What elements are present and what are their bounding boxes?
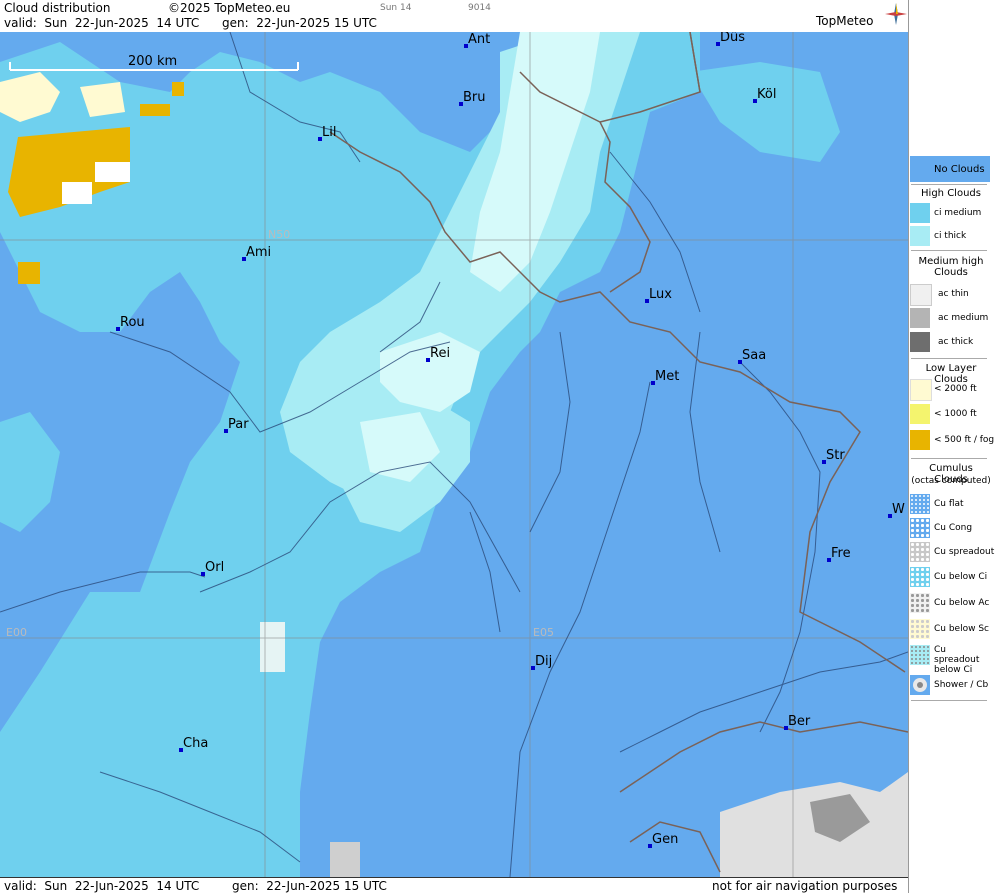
legend-cu-below-ac: Cu below Ac [910, 593, 990, 615]
legend-divider [911, 700, 987, 701]
legend-ac-thin-label: ac thin [938, 289, 969, 299]
cu-flat-swatch [910, 494, 930, 514]
legend-cu-flat: Cu flat [910, 494, 988, 516]
ci-medium-swatch [910, 203, 930, 223]
city-label-fre: Fre [831, 546, 851, 561]
legend-cu-spreadout-ci-label: Cu spreadout below Ci [934, 645, 980, 675]
legend-cu-below-ci: Cu below Ci [910, 567, 988, 589]
legend-low-1000-label: < 1000 ft [934, 409, 977, 419]
legend-ci-thick: ci thick [910, 226, 988, 248]
topmeteo-logo: TopMeteo [816, 14, 874, 28]
city-label-w: W [892, 502, 905, 517]
city-label-ds: Düs [720, 32, 745, 45]
city-label-orl: Orl [205, 560, 224, 575]
ac-medium-swatch [910, 308, 930, 328]
legend-medium-high-heading: Medium high Clouds [918, 256, 984, 278]
legend-ac-medium-label: ac medium [938, 313, 989, 323]
legend-ci-medium: ci medium [910, 203, 988, 225]
legend-shower-label: Shower / Cb [934, 680, 989, 690]
copyright-text: ©2025 TopMeteo.eu [168, 1, 291, 15]
shower-icon [913, 678, 927, 692]
cu-below-ac-swatch [910, 593, 930, 613]
legend-low-500-label: < 500 ft / fog [934, 435, 995, 445]
map-header: Cloud distribution ©2025 TopMeteo.eu Sun… [0, 0, 908, 33]
city-label-kl: Köl [757, 87, 776, 102]
legend-no-clouds-label: No Clouds [934, 164, 985, 175]
ac-thin-swatch [910, 284, 932, 306]
city-label-gen: Gen [652, 832, 678, 847]
legend-cu-below-ci-label: Cu below Ci [934, 572, 988, 582]
map-title: Cloud distribution [4, 1, 111, 15]
ci-thick-swatch [910, 226, 930, 246]
footer-generated-time: gen: 22-Jun-2025 15 UTC [232, 879, 387, 893]
city-label-ami: Ami [246, 245, 271, 260]
legend-ac-thick-label: ac thick [938, 337, 974, 347]
legend-divider [911, 458, 987, 459]
city-label-met: Met [655, 369, 679, 384]
legend-divider [911, 184, 987, 185]
legend-low-2000: < 2000 ft [910, 379, 988, 401]
legend-cu-spreadout-ci: Cu spreadout below Ci [910, 645, 988, 675]
shower-swatch [910, 675, 930, 695]
legend-divider [911, 250, 987, 251]
city-label-saa: Saa [742, 348, 766, 363]
legend-ci-thick-label: ci thick [934, 231, 967, 241]
city-label-rei: Rei [430, 346, 450, 361]
city-label-rou: Rou [120, 315, 145, 330]
cloud-map: N50 E00 E05 200 km Ant Düs Bru Köl Lil A… [0, 32, 908, 877]
legend-cu-below-sc: Cu below Sc [910, 619, 989, 641]
cu-spreadout-swatch [910, 542, 930, 562]
cu-cong-swatch [910, 518, 930, 538]
city-label-ber: Ber [788, 714, 811, 729]
low-500-swatch [910, 430, 930, 450]
cu-below-sc-swatch [910, 619, 930, 639]
legend-cu-cong: Cu Cong [910, 518, 988, 540]
legend-low-2000-label: < 2000 ft [934, 384, 977, 394]
map-footer: valid: Sun 22-Jun-2025 14 UTC gen: 22-Ju… [0, 877, 908, 894]
legend-high-clouds-heading: High Clouds [921, 188, 981, 199]
compass-icon [885, 3, 907, 25]
legend-divider [911, 358, 987, 359]
cu-spreadout-ci-swatch [910, 645, 930, 665]
legend-ac-thin: ac thin [910, 284, 988, 306]
footer-valid-time: valid: Sun 22-Jun-2025 14 UTC [4, 879, 200, 893]
legend-cu-below-sc-label: Cu below Sc [934, 624, 989, 634]
ac-thick-swatch [910, 332, 930, 352]
generated-time: gen: 22-Jun-2025 15 UTC [222, 16, 377, 30]
run-label: Sun 14 [380, 3, 412, 13]
legend-cu-cong-label: Cu Cong [934, 523, 973, 533]
legend-no-clouds: No Clouds [910, 156, 990, 182]
legend-octas-note: (octas computed) [911, 476, 991, 486]
legend-ac-thick: ac thick [910, 332, 988, 354]
run-code: 9014 [468, 3, 491, 13]
low-1000-swatch [910, 404, 930, 424]
city-label-dij: Dij [535, 654, 552, 669]
city-label-str: Str [826, 448, 845, 463]
cu-below-ci-swatch [910, 567, 930, 587]
legend-shower: Shower / Cb [910, 675, 988, 697]
legend-cu-below-ac-label: Cu below Ac [934, 598, 990, 608]
city-label-lux: Lux [649, 287, 672, 302]
legend-ac-medium: ac medium [910, 308, 988, 330]
legend-cu-spreadout: Cu spreadout [910, 542, 994, 564]
legend-cu-spreadout-label: Cu spreadout [934, 547, 995, 557]
legend-low-500: < 500 ft / fog [910, 430, 994, 452]
city-layer: Ant Düs Bru Köl Lil Ami Lux Rou Rei Saa Met Par Str W… [116, 32, 905, 848]
footer-disclaimer: not for air navigation purposes [712, 879, 898, 893]
legend-cu-flat-label: Cu flat [934, 499, 964, 509]
city-label-cha: Cha [183, 736, 208, 751]
city-label-bru: Bru [463, 90, 486, 105]
legend-ci-medium-label: ci medium [934, 208, 982, 218]
city-label-par: Par [228, 417, 249, 432]
low-2000-swatch [910, 379, 932, 401]
city-label-ant: Ant [468, 32, 490, 47]
city-label-lil: Lil [322, 125, 336, 140]
legend-low-1000: < 1000 ft [910, 404, 988, 426]
valid-time: valid: Sun 22-Jun-2025 14 UTC [4, 16, 200, 30]
legend-panel: No Clouds High Clouds ci medium ci thick… [908, 0, 1000, 893]
